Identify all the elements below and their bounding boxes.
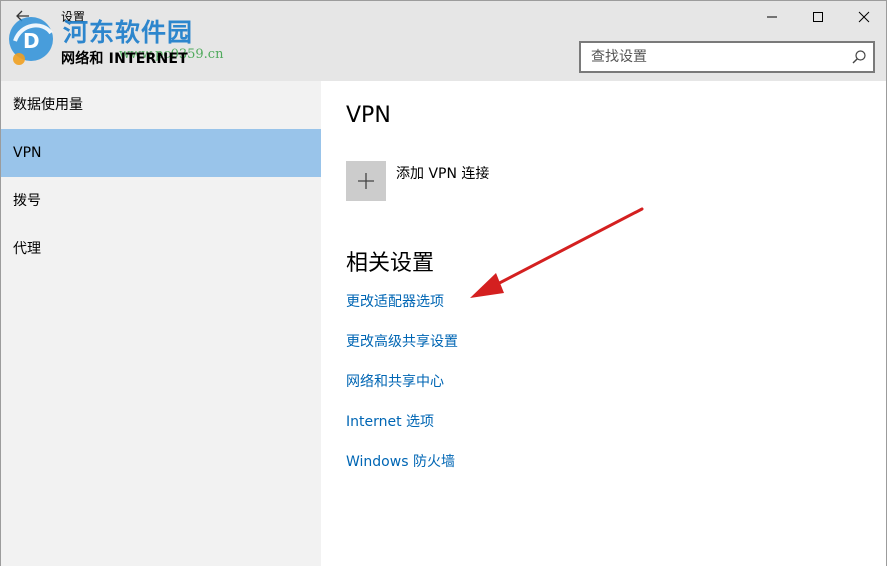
sidebar-item-label: 代理 bbox=[13, 241, 41, 257]
section-title: 网络和 INTERNET bbox=[61, 51, 188, 67]
maximize-icon bbox=[813, 12, 823, 22]
main-content: VPN 添加 VPN 连接 相关设置 更改适配器选项 更改高级共享设置 网络和共… bbox=[321, 81, 886, 566]
sidebar: 数据使用量 VPN 拨号 代理 bbox=[1, 81, 321, 566]
svg-text:D: D bbox=[23, 29, 40, 53]
search-box bbox=[579, 41, 875, 73]
sidebar-item-label: 拨号 bbox=[13, 193, 41, 209]
close-button[interactable] bbox=[841, 1, 887, 33]
watermark-brand: 河东软件园 bbox=[63, 18, 194, 47]
close-icon bbox=[858, 11, 870, 23]
link-advanced-sharing-settings[interactable]: 更改高级共享设置 bbox=[346, 331, 458, 351]
sidebar-item-dial-up[interactable]: 拨号 bbox=[1, 177, 321, 225]
title-bar: 设置 D 河东软件园 www.pc0359.cn 网络和 INTERNET bbox=[1, 1, 886, 81]
search-icon[interactable] bbox=[851, 49, 867, 65]
watermark-logo: D bbox=[9, 17, 53, 65]
sidebar-item-label: VPN bbox=[13, 145, 42, 161]
related-settings-heading: 相关设置 bbox=[346, 251, 435, 276]
sidebar-item-data-usage[interactable]: 数据使用量 bbox=[1, 81, 321, 129]
link-internet-options[interactable]: Internet 选项 bbox=[346, 411, 434, 431]
minimize-icon bbox=[767, 16, 777, 18]
link-network-sharing-center[interactable]: 网络和共享中心 bbox=[346, 371, 444, 391]
search-input[interactable] bbox=[581, 43, 841, 71]
settings-window: 设置 D 河东软件园 www.pc0359.cn 网络和 INTERNET 查找… bbox=[0, 0, 887, 566]
sidebar-item-proxy[interactable]: 代理 bbox=[1, 225, 321, 273]
page-title: VPN bbox=[346, 103, 391, 128]
link-change-adapter-options[interactable]: 更改适配器选项 bbox=[346, 291, 444, 311]
add-vpn-button[interactable] bbox=[346, 161, 386, 201]
sidebar-item-label: 数据使用量 bbox=[13, 97, 83, 113]
plus-icon bbox=[358, 173, 374, 189]
add-vpn-label[interactable]: 添加 VPN 连接 bbox=[396, 163, 489, 183]
link-windows-firewall[interactable]: Windows 防火墙 bbox=[346, 451, 455, 471]
minimize-button[interactable] bbox=[749, 1, 795, 33]
sidebar-item-vpn[interactable]: VPN bbox=[1, 129, 321, 177]
maximize-button[interactable] bbox=[795, 1, 841, 33]
